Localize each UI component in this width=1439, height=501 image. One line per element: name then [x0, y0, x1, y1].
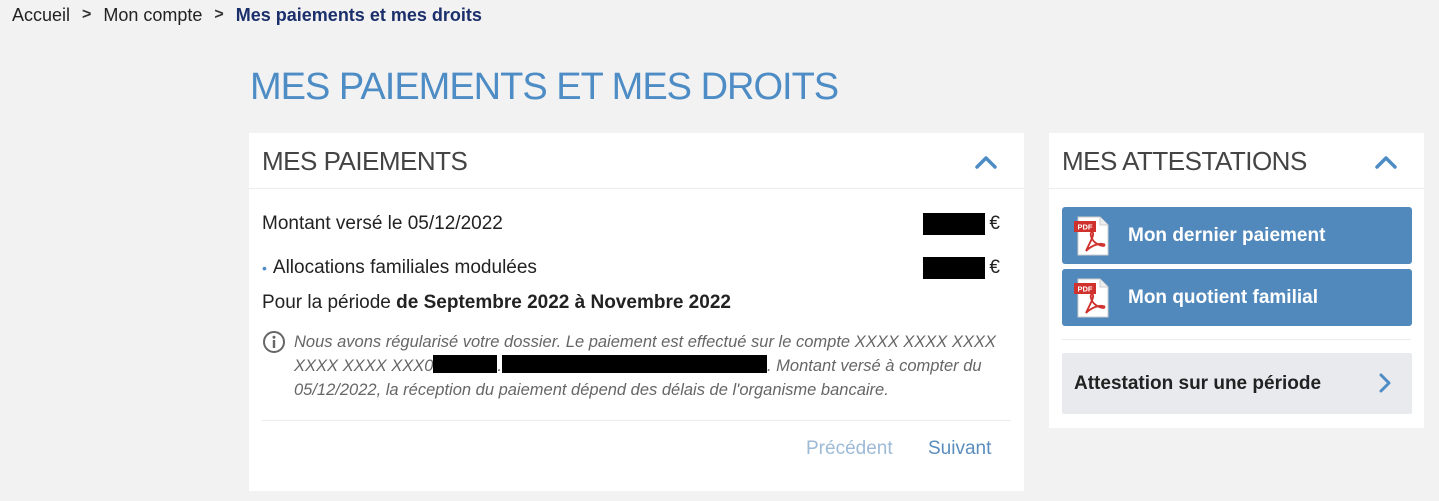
amount-value: € — [923, 213, 1000, 235]
allowance-value: € — [923, 257, 1000, 279]
breadcrumb-separator: > — [82, 6, 92, 23]
breadcrumb-current: Mes paiements et mes droits — [235, 4, 482, 25]
attestations-header: MES ATTESTATIONS — [1049, 133, 1424, 189]
redacted-account — [433, 355, 498, 373]
bullet-icon: • — [262, 259, 267, 276]
divider — [262, 420, 1011, 421]
page-title: MES PAIEMENTS ET MES DROITS — [250, 66, 839, 108]
period-attestation-button[interactable]: Attestation sur une période — [1062, 353, 1412, 414]
pdf-icon: PDF — [1074, 278, 1109, 317]
payments-title: MES PAIEMENTS — [262, 146, 468, 176]
last-payment-button[interactable]: PDF Mon dernier paiement — [1062, 207, 1412, 264]
allowance-row: • Allocations familiales modulées € — [262, 257, 1000, 279]
pdf-icon: PDF — [1074, 216, 1109, 255]
info-icon — [263, 331, 285, 353]
info-text: Nous avons régularisé votre dossier. Le … — [294, 330, 1012, 402]
payments-panel: MES PAIEMENTS Montant versé le 05/12/202… — [249, 133, 1024, 491]
redacted-amount — [923, 213, 986, 235]
breadcrumb-separator: > — [214, 6, 224, 23]
previous-link[interactable]: Précédent — [806, 438, 893, 460]
period-attestation-label: Attestation sur une période — [1074, 372, 1322, 394]
pdf-badge: PDF — [1078, 222, 1093, 231]
redacted-amount — [923, 257, 986, 279]
amount-label: Montant versé le 05/12/2022 — [262, 213, 503, 234]
currency-symbol: € — [989, 257, 1000, 278]
attestations-panel: MES ATTESTATIONS PDF Mon dernier paiemen… — [1049, 133, 1424, 428]
period-row: Pour la période de Septembre 2022 à Nove… — [262, 292, 1000, 314]
divider — [1062, 339, 1411, 340]
allowance-label: Allocations familiales modulées — [272, 257, 537, 278]
payments-header: MES PAIEMENTS — [249, 133, 1024, 189]
redacted-account — [502, 355, 767, 373]
attestations-title: MES ATTESTATIONS — [1062, 146, 1307, 176]
next-link[interactable]: Suivant — [928, 438, 991, 460]
family-quotient-button[interactable]: PDF Mon quotient familial — [1062, 269, 1412, 326]
chevron-up-icon[interactable] — [973, 149, 999, 175]
breadcrumb-account-link[interactable]: Mon compte — [103, 5, 202, 26]
breadcrumb-home-link[interactable]: Accueil — [12, 5, 70, 26]
chevron-right-icon — [1379, 373, 1391, 393]
breadcrumb: Accueil > Mon compte > Mes paiements et … — [12, 4, 482, 26]
period-value: de Septembre 2022 à Novembre 2022 — [396, 292, 731, 313]
amount-row: Montant versé le 05/12/2022 € — [262, 213, 1000, 235]
currency-symbol: € — [989, 213, 1000, 234]
period-prefix: Pour la période — [262, 292, 397, 313]
last-payment-label: Mon dernier paiement — [1128, 224, 1326, 246]
family-quotient-label: Mon quotient familial — [1128, 286, 1318, 308]
payment-info-note: Nous avons régularisé votre dossier. Le … — [262, 330, 1012, 402]
chevron-up-icon[interactable] — [1373, 149, 1399, 175]
pdf-badge: PDF — [1078, 284, 1093, 293]
